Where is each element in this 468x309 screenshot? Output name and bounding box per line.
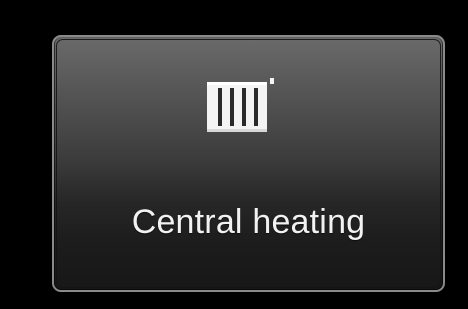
central-heating-button[interactable]: Central heating [52, 35, 445, 292]
radiator-icon [204, 76, 276, 138]
screen: Central heating [0, 0, 468, 309]
tile-label: Central heating [131, 203, 366, 241]
